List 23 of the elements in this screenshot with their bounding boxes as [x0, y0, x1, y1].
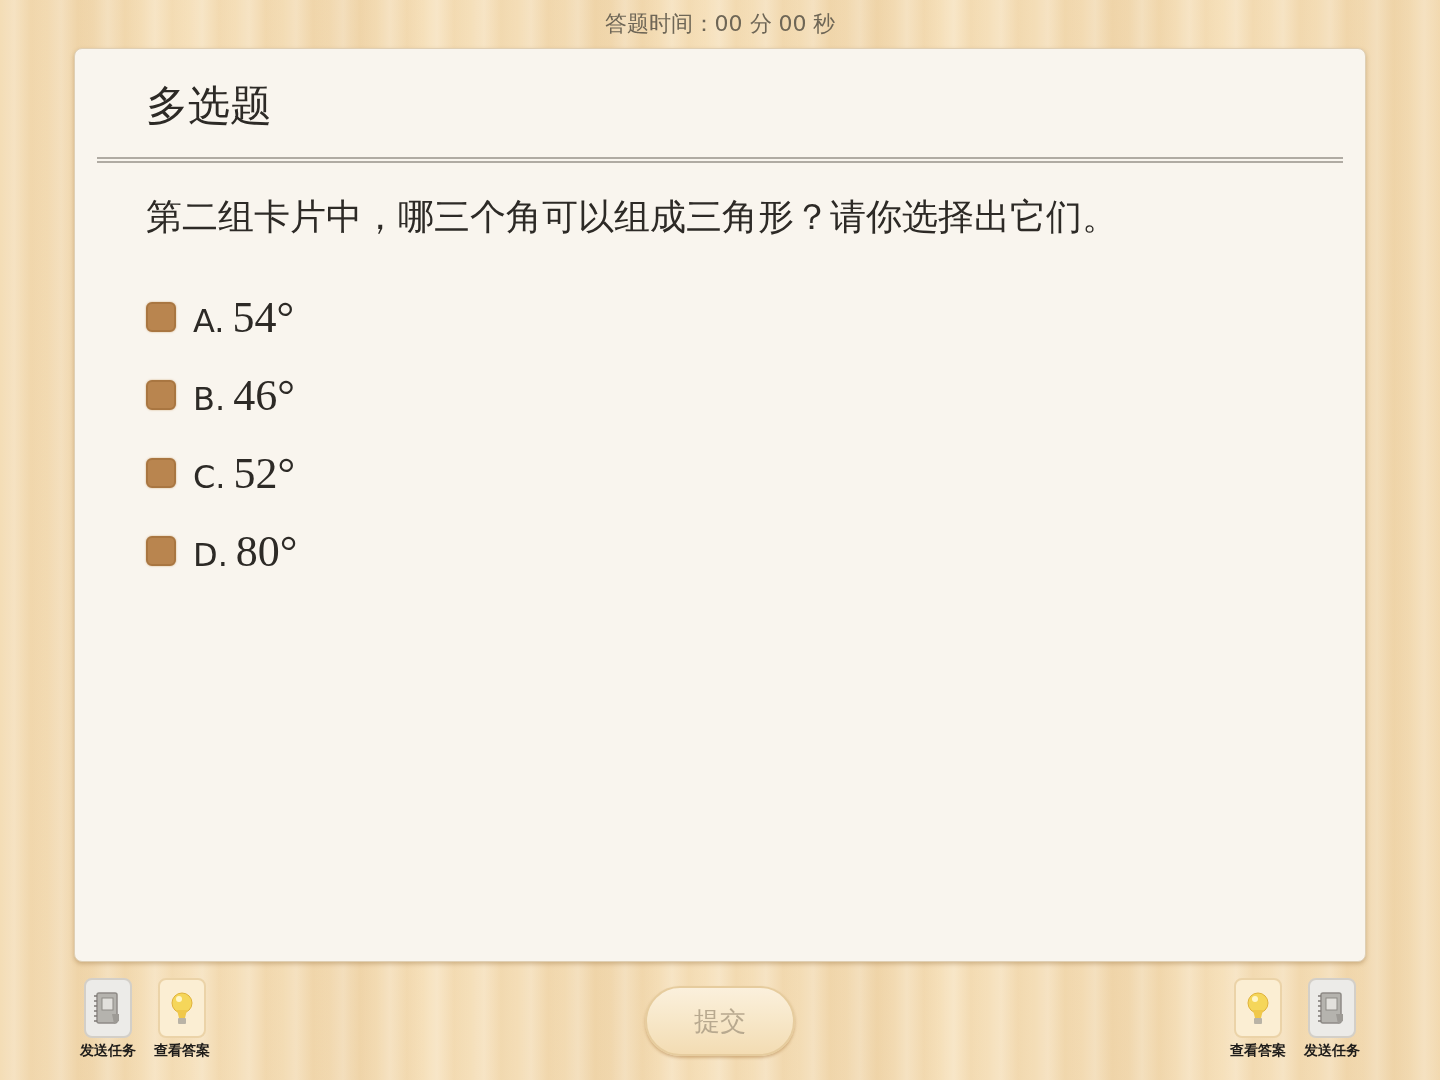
question-type-title: 多选题 — [146, 80, 272, 132]
question-text: 第二组卡片中，哪三个角可以组成三角形？请你选择出它们。 — [146, 195, 1119, 239]
option-checkbox[interactable] — [146, 458, 176, 488]
notebook-icon — [84, 978, 132, 1038]
option-letter: A. — [193, 301, 225, 340]
view-answer-button[interactable]: 查看答案 — [154, 978, 210, 1060]
option-checkbox[interactable] — [146, 380, 176, 410]
view-answer-button[interactable]: 查看答案 — [1230, 978, 1286, 1060]
option-letter: B. — [193, 379, 226, 418]
option-value: 54° — [232, 291, 295, 343]
option-value: 80° — [235, 525, 298, 577]
answer-timer: 答题时间：00 分 00 秒 — [604, 10, 836, 38]
option-checkbox[interactable] — [146, 536, 176, 566]
lightbulb-icon — [158, 978, 206, 1038]
option-value: 52° — [233, 447, 296, 499]
notebook-icon — [1308, 978, 1356, 1038]
option-checkbox[interactable] — [146, 302, 176, 332]
option-letter: C. — [193, 457, 226, 496]
option-letter: D. — [193, 535, 228, 574]
lightbulb-icon — [1234, 978, 1282, 1038]
option-value: 46° — [233, 369, 295, 421]
send-task-button[interactable]: 发送任务 — [1304, 978, 1360, 1060]
send-task-button[interactable]: 发送任务 — [80, 978, 136, 1060]
